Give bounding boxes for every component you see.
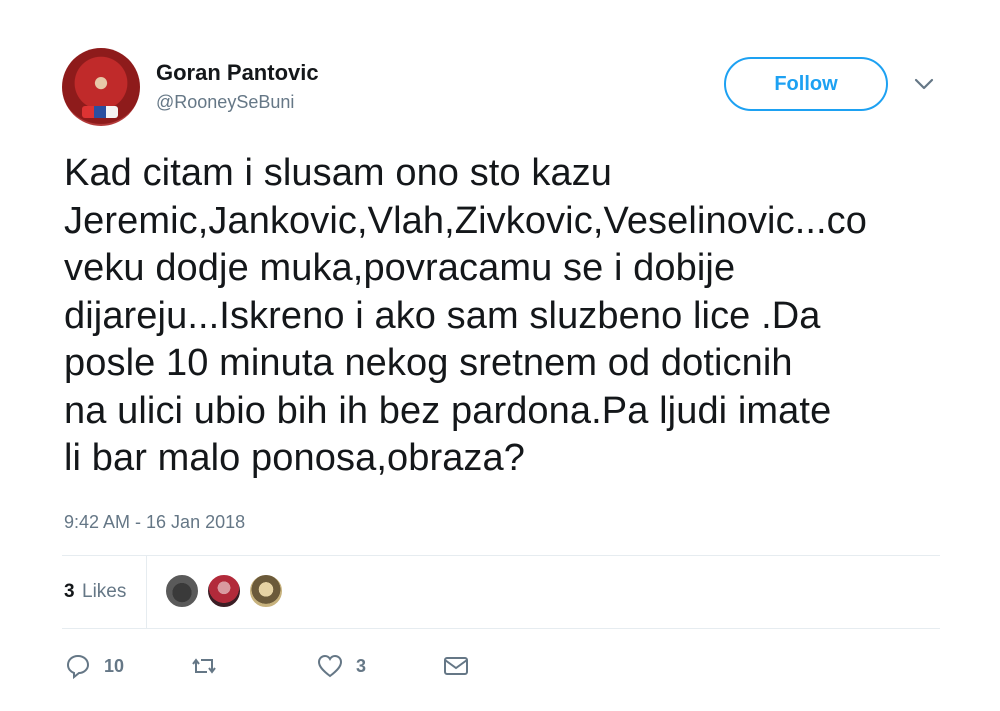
likes-label[interactable]: Likes	[82, 581, 126, 603]
divider	[62, 628, 940, 629]
stats-separator	[146, 556, 147, 628]
retweet-icon	[192, 658, 216, 674]
tweet-line: Jeremic,Jankovic,Vlah,Zivkovic,Veselinov…	[64, 199, 867, 242]
liker-avatar[interactable]	[248, 573, 284, 609]
retweet-button[interactable]	[190, 646, 230, 686]
tweet-line: li bar malo ponosa,obraza?	[64, 437, 525, 479]
tweet-text: Kad citam i slusam ono sto kazu Jeremic,…	[64, 150, 944, 483]
direct-message-button[interactable]	[442, 646, 470, 686]
tweet-line: posle 10 minuta nekog sretnem od doticni…	[64, 342, 793, 384]
envelope-icon	[444, 657, 468, 675]
tweet-stats: 3 Likes	[64, 556, 324, 628]
user-handle[interactable]: @RooneySeBuni	[156, 92, 294, 113]
chevron-down-icon[interactable]	[912, 74, 936, 94]
reply-icon	[66, 654, 90, 680]
display-name[interactable]: Goran Pantovic	[156, 60, 319, 86]
top-edge	[0, 0, 1000, 8]
like-button[interactable]: 3	[316, 646, 366, 686]
avatar[interactable]	[62, 48, 140, 126]
like-count: 3	[356, 655, 367, 676]
liker-avatars	[164, 573, 284, 609]
reply-button[interactable]: 10	[64, 646, 124, 686]
tweet-timestamp[interactable]: 9:42 AM - 16 Jan 2018	[64, 512, 245, 533]
tweet-line: na ulici ubio bih ih bez pardona.Pa ljud…	[64, 389, 832, 432]
liker-avatar[interactable]	[164, 573, 200, 609]
likes-count[interactable]: 3	[64, 581, 75, 603]
follow-button[interactable]: Follow	[724, 57, 888, 111]
tweet-line: veku dodje muka,povracamu se i dobije	[64, 247, 736, 289]
tweet-header: Goran Pantovic @RooneySeBuni Follow	[62, 48, 940, 128]
tweet-line: Kad citam i slusam ono sto kazu	[64, 152, 613, 194]
tweet-line: dijareju...Iskreno i ako sam sluzbeno li…	[64, 294, 821, 337]
liker-avatar[interactable]	[206, 573, 242, 609]
reply-count: 10	[104, 655, 125, 676]
tweet-actions: 10 3	[62, 646, 562, 690]
heart-icon	[317, 654, 343, 678]
